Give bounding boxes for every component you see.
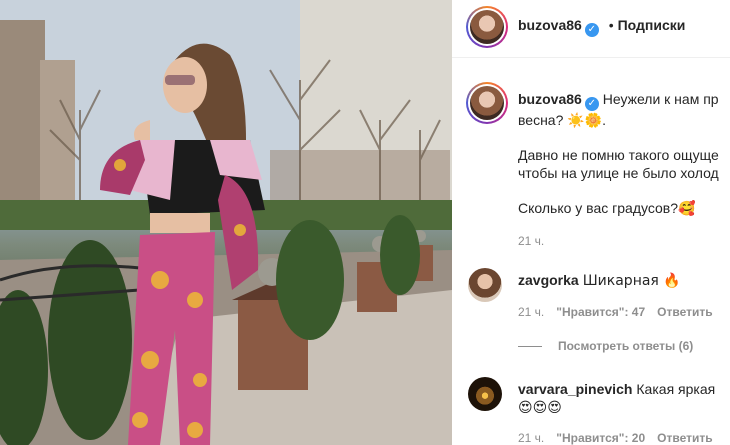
caption-author-avatar-ring xyxy=(468,84,506,122)
header-divider xyxy=(452,57,730,58)
comment-timestamp[interactable]: 21 ч. xyxy=(518,431,544,445)
caption-line-2: весна? ☀️🌼. xyxy=(518,112,607,128)
commenter-avatar[interactable] xyxy=(468,377,502,411)
caption-line-3: Давно не помню такого ощуще xyxy=(518,147,719,163)
commenter-username[interactable]: zavgorka xyxy=(518,272,579,288)
post-sidebar: buzova86 ✓ • Подписки buzova86 ✓ Неужели к … xyxy=(452,0,730,445)
comment-text: Шикарная 🔥 xyxy=(582,273,681,289)
comment-meta: 21 ч. "Нравится": 47 Ответить xyxy=(518,305,725,319)
caption-author-avatar-image xyxy=(470,86,504,120)
comment-text: Какая яркая xyxy=(636,381,716,397)
comment-meta: 21 ч. "Нравится": 20 Ответить xyxy=(518,431,725,445)
replies-line xyxy=(518,346,542,348)
caption-username[interactable]: buzova86 xyxy=(518,91,582,107)
comment-reply-button[interactable]: Ответить xyxy=(657,431,712,445)
caption-line-5: Сколько у вас градусов?🥰 xyxy=(518,200,696,216)
comment-likes[interactable]: "Нравится": 20 xyxy=(556,431,645,445)
view-replies-button[interactable]: Посмотреть ответы (6) xyxy=(518,339,693,353)
follow-separator: • xyxy=(608,17,614,33)
view-replies-label: Посмотреть ответы (6) xyxy=(558,339,694,353)
post-caption: buzova86 ✓ Неужели к нам пр весна? ☀️🌼. Д… xyxy=(518,90,730,217)
comment-text-row: zavgorka Шикарная 🔥 xyxy=(518,272,681,289)
verified-badge-icon: ✓ xyxy=(584,23,599,37)
caption-line-4: чтобы на улице не было холод xyxy=(518,165,719,181)
post-header: buzova86 ✓ • Подписки xyxy=(518,17,685,37)
follow-button[interactable]: Подписки xyxy=(618,17,686,33)
author-avatar-image xyxy=(470,10,504,44)
caption-line-1: buzova86 ✓ Неужели к нам пр xyxy=(518,91,719,111)
author-username[interactable]: buzova86 xyxy=(518,17,582,33)
comment-reply-button[interactable]: Ответить xyxy=(657,305,712,319)
comment-likes[interactable]: "Нравится": 47 xyxy=(556,305,645,319)
caption-verified-badge-icon: ✓ xyxy=(584,97,599,111)
commenter-username[interactable]: varvara_pinevich xyxy=(518,381,632,397)
caption-author-avatar[interactable] xyxy=(466,82,508,124)
caption-timestamp[interactable]: 21 ч. xyxy=(518,234,544,248)
comment-text-row: varvara_pinevich Какая яркая xyxy=(518,381,715,397)
author-avatar[interactable] xyxy=(466,6,508,48)
post-photo[interactable] xyxy=(0,0,452,445)
author-avatar-ring xyxy=(468,8,506,46)
photo-illustration xyxy=(0,0,452,445)
comment-text-line-2: 😍😍😍 xyxy=(518,400,562,416)
comment-timestamp[interactable]: 21 ч. xyxy=(518,305,544,319)
commenter-avatar[interactable] xyxy=(468,268,502,302)
